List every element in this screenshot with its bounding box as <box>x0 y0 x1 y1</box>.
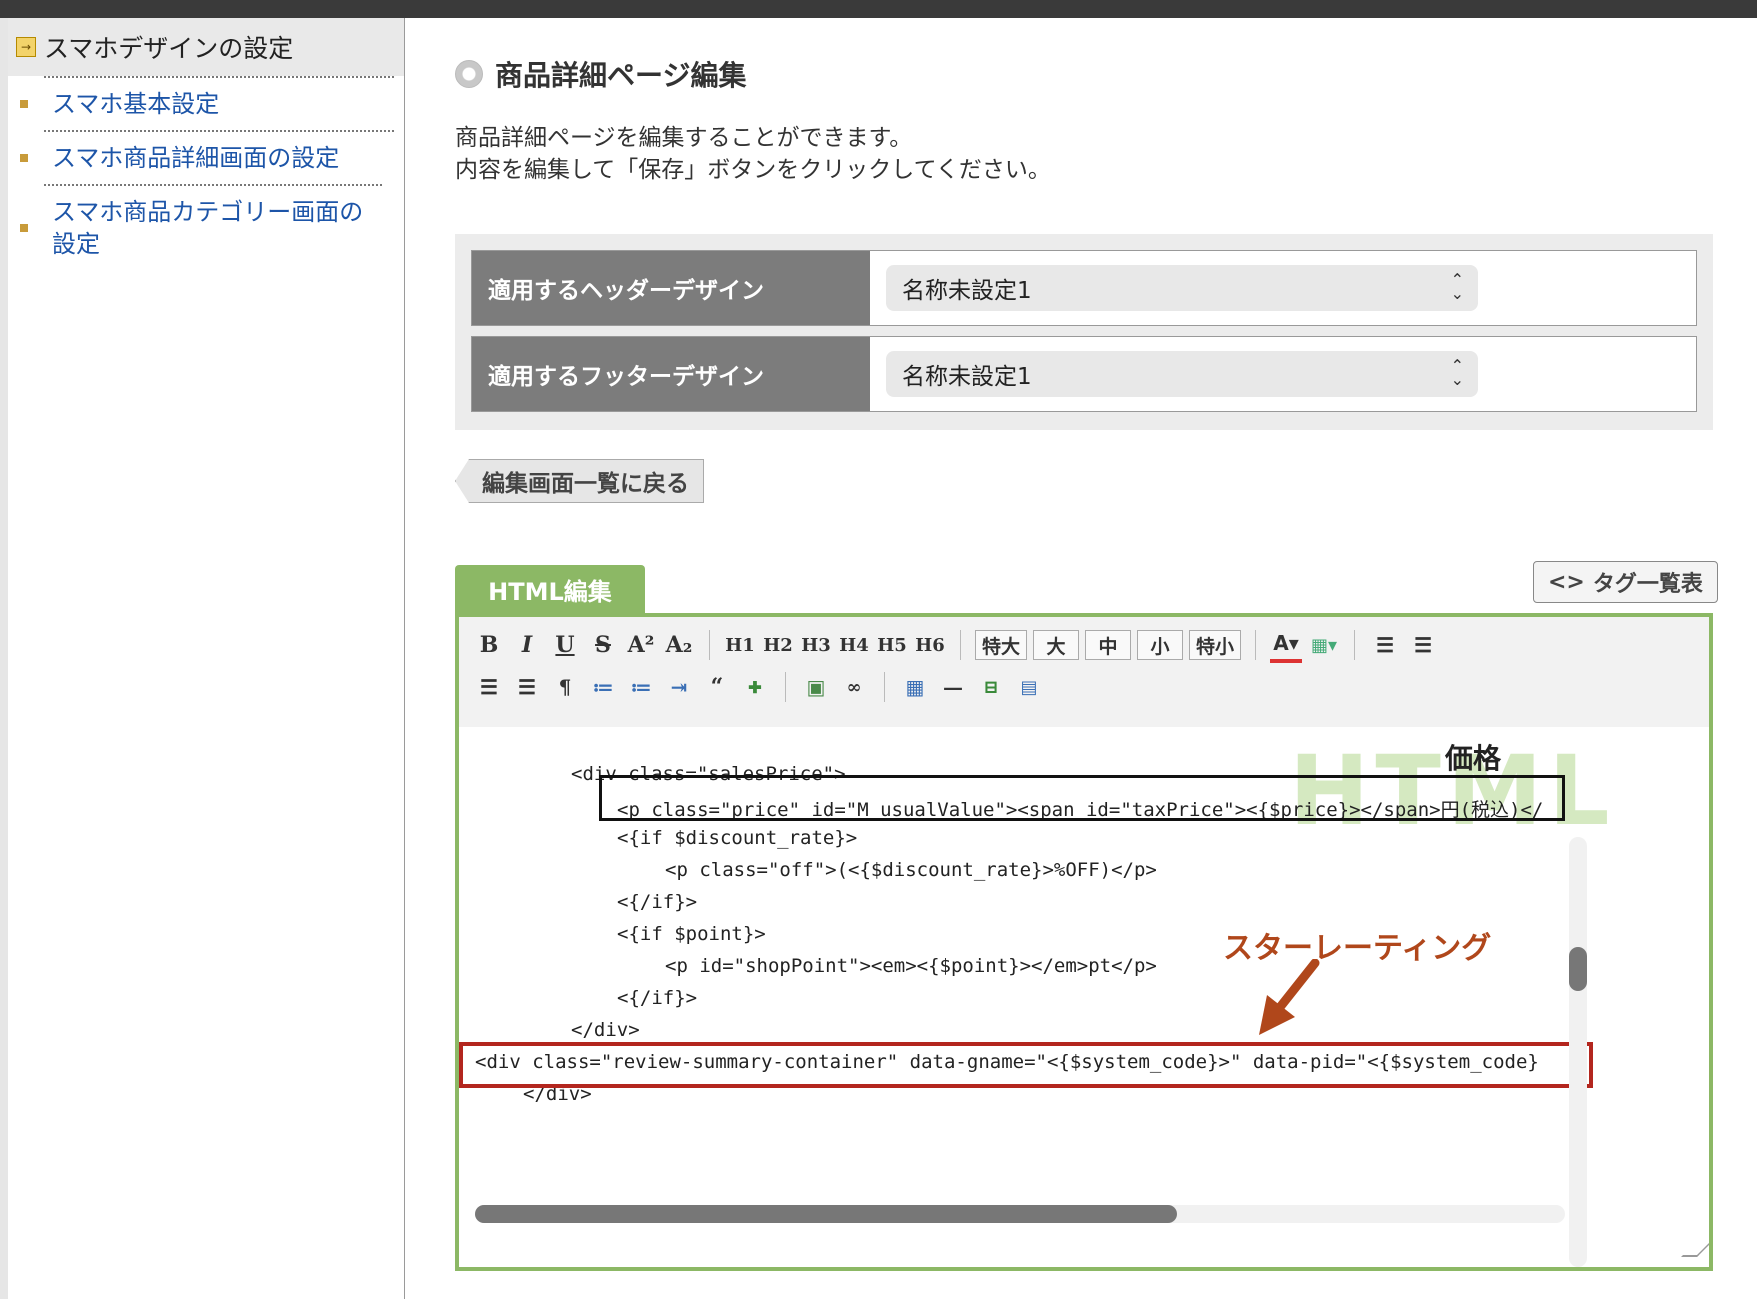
bullet-icon <box>20 100 28 108</box>
size-small-button[interactable]: 小 <box>1137 630 1184 660</box>
link-icon[interactable]: ∞ <box>838 671 870 703</box>
horizontal-scrollbar-thumb[interactable] <box>475 1205 1177 1223</box>
page-break-icon[interactable]: ⊟ <box>975 671 1007 703</box>
footer-design-value: 名称未設定1 <box>902 364 1032 390</box>
align-center-icon[interactable]: ☰ <box>1407 629 1439 661</box>
resize-handle-icon[interactable] <box>1681 1241 1709 1257</box>
header-design-value: 名称未設定1 <box>902 278 1032 304</box>
page-title: 商品詳細ページ編集 <box>455 54 746 94</box>
code-brackets-icon: <> <box>1548 569 1585 595</box>
arrow-box-icon: → <box>16 37 36 57</box>
sidebar-item-category-settings[interactable]: スマホ商品カテゴリー画面の設定 <box>20 184 382 270</box>
page-title-text: 商品詳細ページ編集 <box>495 59 747 92</box>
italic-button[interactable]: I <box>511 629 543 661</box>
header-design-select[interactable]: 名称未設定1 ⌃ ⌄ <box>886 265 1478 311</box>
superscript-button[interactable]: A² <box>625 629 657 661</box>
sidebar: → スマホデザインの設定 スマホ基本設定 スマホ商品詳細画面の設定 スマホ商品カ… <box>0 18 405 1299</box>
toolbar-separator <box>709 630 710 660</box>
design-settings-panel: 適用するヘッダーデザイン 名称未設定1 ⌃ ⌄ 適用するフッターデザイン 名称未設… <box>455 234 1713 430</box>
toolbar-separator <box>884 672 885 702</box>
horizontal-rule-icon[interactable]: — <box>937 671 969 703</box>
size-medium-button[interactable]: 中 <box>1085 630 1132 660</box>
h2-button[interactable]: H2 <box>762 629 794 661</box>
main-content: 商品詳細ページ編集 商品詳細ページを編集することができます。 内容を編集して「保… <box>405 18 1757 1299</box>
h3-button[interactable]: H3 <box>800 629 832 661</box>
header-design-label: 適用するヘッダーデザイン <box>472 251 870 325</box>
bold-button[interactable]: B <box>473 629 505 661</box>
top-bar <box>0 0 1757 18</box>
code-line: <{if $point}> <box>617 923 766 945</box>
align-justify-icon[interactable]: ☰ <box>511 671 543 703</box>
review-summary-highlight-box <box>459 1042 1593 1088</box>
subscript-button[interactable]: A₂ <box>663 629 695 661</box>
code-line: <{if $discount_rate}> <box>617 827 858 849</box>
sidebar-item-label: スマホ基本設定 <box>52 90 220 118</box>
code-line: <{/if}> <box>617 891 698 913</box>
toolbar-separator <box>785 672 786 702</box>
radio-circle-icon <box>455 60 483 88</box>
strikethrough-button[interactable]: S <box>587 629 619 661</box>
sidebar-item-basic-settings[interactable]: スマホ基本設定 <box>20 76 394 130</box>
price-highlight-box <box>599 775 1565 821</box>
page-description: 商品詳細ページを編集することができます。 内容を編集して「保存」ボタンをクリック… <box>455 122 1051 186</box>
arrow-down-left-icon <box>1259 959 1320 1035</box>
toolbar-row-2: ☰ ☰ ¶ ≔ ≔ ⇥ “ ✚ ▣ ∞ ▦ — ⊟ ▤ <box>473 667 1045 707</box>
size-xsmall-button[interactable]: 特小 <box>1189 630 1242 660</box>
h5-button[interactable]: H5 <box>876 629 908 661</box>
underline-button[interactable]: U <box>549 629 581 661</box>
editor-toolbar: B I U S A² A₂ H1 H2 H3 H4 H5 H6 特大 大 中 小… <box>459 617 1709 727</box>
html-editor: B I U S A² A₂ H1 H2 H3 H4 H5 H6 特大 大 中 小… <box>455 613 1713 1271</box>
vertical-scrollbar[interactable] <box>1569 837 1587 1267</box>
code-line: </div> <box>571 1019 640 1041</box>
h1-button[interactable]: H1 <box>724 629 756 661</box>
footer-design-row: 適用するフッターデザイン 名称未設定1 ⌃ ⌄ <box>471 336 1697 412</box>
footer-design-label: 適用するフッターデザイン <box>472 337 870 411</box>
sidebar-item-product-detail-settings[interactable]: スマホ商品詳細画面の設定 <box>20 130 394 184</box>
align-right-icon[interactable]: ☰ <box>473 671 505 703</box>
paragraph-icon[interactable]: ¶ <box>549 671 581 703</box>
horizontal-scrollbar[interactable] <box>475 1205 1565 1223</box>
size-large-button[interactable]: 大 <box>1033 630 1080 660</box>
bullet-icon <box>20 224 28 232</box>
table-icon[interactable]: ▦ <box>899 671 931 703</box>
header-design-row: 適用するヘッダーデザイン 名称未設定1 ⌃ ⌄ <box>471 250 1697 326</box>
image-icon[interactable]: ▣ <box>800 671 832 703</box>
back-to-list-button[interactable]: 編集画面一覧に戻る <box>455 459 704 503</box>
tab-html-edit[interactable]: HTML編集 <box>455 565 645 613</box>
tag-list-button[interactable]: <> タグ一覧表 <box>1533 561 1718 603</box>
size-xlarge-button[interactable]: 特大 <box>975 630 1028 660</box>
toolbar-separator <box>960 630 961 660</box>
sidebar-item-label: スマホ商品カテゴリー画面の設定 <box>52 198 364 258</box>
font-color-icon[interactable]: A▾ <box>1270 627 1303 663</box>
toolbar-separator <box>1255 630 1257 660</box>
description-line: 内容を編集して「保存」ボタンをクリックしてください。 <box>455 157 1051 183</box>
code-line: <{/if}> <box>617 987 698 1009</box>
h4-button[interactable]: H4 <box>838 629 870 661</box>
h6-button[interactable]: H6 <box>914 629 946 661</box>
bullet-list-icon[interactable]: ≔ <box>587 671 619 703</box>
description-line: 商品詳細ページを編集することができます。 <box>455 125 913 151</box>
sidebar-item-label: スマホ商品詳細画面の設定 <box>52 144 340 172</box>
align-left-icon[interactable]: ☰ <box>1369 629 1401 661</box>
bullet-icon <box>20 154 28 162</box>
vertical-scrollbar-thumb[interactable] <box>1569 947 1587 991</box>
code-line: <p id="shopPoint"><em><{$point}></em>pt<… <box>665 955 1157 977</box>
indent-icon[interactable]: ⇥ <box>663 671 695 703</box>
code-line: <p class="off">(<{$discount_rate}>%OFF)<… <box>665 859 1157 881</box>
toolbar-row-1: B I U S A² A₂ H1 H2 H3 H4 H5 H6 特大 大 中 小… <box>473 625 1439 665</box>
sidebar-header-label: スマホデザインの設定 <box>44 34 294 63</box>
bg-color-icon[interactable]: ▦▾ <box>1308 629 1340 661</box>
blockquote-icon[interactable]: “ <box>701 671 733 703</box>
insert-div-icon[interactable]: ✚ <box>739 671 771 703</box>
sidebar-header: → スマホデザインの設定 <box>8 18 404 76</box>
document-icon[interactable]: ▤ <box>1013 671 1045 703</box>
code-editor-area[interactable]: HTML <div class="salesPrice"> <p class="… <box>459 727 1709 1267</box>
tag-list-label: タグ一覧表 <box>1592 572 1703 597</box>
select-arrows-icon: ⌃ ⌄ <box>1450 270 1464 303</box>
price-annotation: 価格 <box>1445 742 1502 775</box>
toolbar-separator <box>1354 630 1356 660</box>
select-arrows-icon: ⌃ ⌄ <box>1450 356 1464 389</box>
footer-design-select[interactable]: 名称未設定1 ⌃ ⌄ <box>886 351 1478 397</box>
numbered-list-icon[interactable]: ≔ <box>625 671 657 703</box>
